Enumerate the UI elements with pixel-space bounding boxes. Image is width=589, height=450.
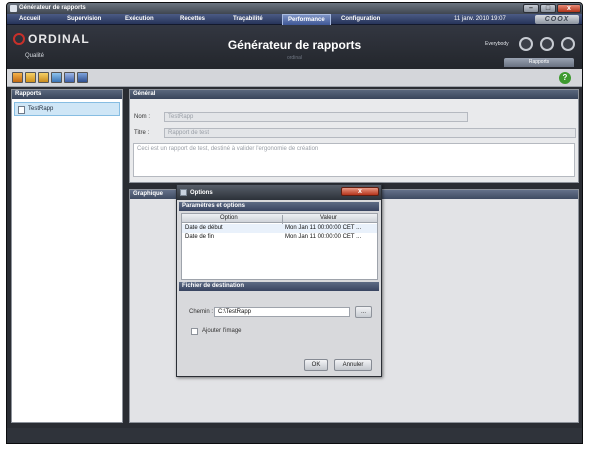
- close-button[interactable]: x: [557, 4, 581, 13]
- row-value: Mon Jan 11 00:00:00 CET ...: [285, 234, 362, 240]
- document-icon: [18, 106, 25, 114]
- report-name: TestRapp: [28, 106, 54, 112]
- options-dialog: Options x Paramètres et options Option V…: [176, 184, 382, 377]
- table-row[interactable]: Date de début Mon Jan 11 00:00:00 CET ..…: [182, 224, 377, 233]
- power-icon[interactable]: [561, 37, 575, 51]
- save-icon[interactable]: [64, 72, 75, 83]
- params-heading: Paramètres et options: [179, 202, 379, 211]
- app-header: ORDINAL Qualité Générateur de rapports o…: [7, 25, 582, 69]
- settings-icon[interactable]: [540, 37, 554, 51]
- dialog-icon: [180, 189, 187, 196]
- title-field[interactable]: Rapport de test: [164, 128, 576, 138]
- reports-panel-heading: Rapports: [12, 90, 122, 99]
- general-heading: Général: [130, 90, 578, 99]
- menu-recettes[interactable]: Recettes: [180, 16, 205, 22]
- ok-button[interactable]: OK: [304, 359, 328, 371]
- report-list-item[interactable]: TestRapp: [14, 102, 120, 116]
- name-field[interactable]: TestRapp: [164, 112, 468, 122]
- new-report-icon[interactable]: [12, 72, 23, 83]
- table-header: Option Valeur: [182, 214, 377, 224]
- table-row[interactable]: Date de fin Mon Jan 11 00:00:00 CET ...: [182, 233, 377, 242]
- add-image-label: Ajouter l'image: [202, 328, 242, 334]
- menu-performance[interactable]: Performance: [282, 14, 331, 25]
- folder-icon[interactable]: [38, 72, 49, 83]
- menu-supervision[interactable]: Supervision: [67, 16, 101, 22]
- open-report-icon[interactable]: [25, 72, 36, 83]
- add-image-checkbox[interactable]: [191, 328, 198, 335]
- description-field[interactable]: Ceci est un rapport de test, destiné à v…: [133, 143, 575, 177]
- minimize-button[interactable]: –: [523, 4, 539, 13]
- row-option: Date de fin: [185, 234, 215, 240]
- app-icon: [10, 5, 17, 12]
- window-title: Générateur de rapports: [19, 5, 86, 11]
- column-option[interactable]: Option: [220, 215, 238, 221]
- title-label: Titre :: [134, 130, 150, 136]
- options-table: Option Valeur Date de début Mon Jan 11 0…: [181, 213, 378, 280]
- main-menu-bar: Accueil Supervision Exécution Recettes T…: [7, 14, 582, 25]
- path-label: Chemin :: [189, 309, 214, 315]
- general-section: Général Nom : TestRapp Titre : Rapport d…: [129, 89, 579, 183]
- maximize-button[interactable]: □: [540, 4, 556, 13]
- path-input[interactable]: C:\TestRapp: [214, 307, 350, 317]
- row-value: Mon Jan 11 00:00:00 CET ...: [285, 225, 362, 231]
- print-icon[interactable]: [77, 72, 88, 83]
- row-option: Date de début: [185, 225, 223, 231]
- status-bar: [7, 428, 582, 443]
- column-divider[interactable]: [282, 215, 283, 224]
- menu-execution[interactable]: Exécution: [125, 16, 154, 22]
- menu-configuration[interactable]: Configuration: [341, 16, 380, 22]
- menu-accueil[interactable]: Accueil: [19, 16, 40, 22]
- window-titlebar[interactable]: Générateur de rapports – □ x: [7, 3, 582, 14]
- page-subtitle: ordinal: [286, 55, 302, 61]
- destination-heading: Fichier de destination: [179, 282, 379, 291]
- date-time: 11 janv. 2010 19:07: [454, 16, 506, 22]
- coox-logo: COOX: [535, 15, 579, 24]
- user-icon[interactable]: [519, 37, 533, 51]
- help-icon[interactable]: ?: [559, 72, 571, 84]
- dialog-close-button[interactable]: x: [341, 187, 379, 196]
- cancel-button[interactable]: Annuler: [334, 359, 372, 371]
- column-valeur[interactable]: Valeur: [320, 215, 337, 221]
- browse-button[interactable]: ...: [355, 306, 372, 318]
- dialog-title: Options: [190, 190, 213, 196]
- export-icon[interactable]: [51, 72, 62, 83]
- menu-tracabilite[interactable]: Traçabilité: [233, 16, 263, 22]
- name-label: Nom :: [134, 114, 151, 120]
- reports-panel: Rapports TestRapp: [11, 89, 123, 423]
- tab-rapports[interactable]: Rapports: [504, 58, 574, 67]
- toolbar: ?: [7, 69, 582, 87]
- dialog-titlebar[interactable]: Options x: [177, 185, 381, 200]
- user-name: Everybody: [485, 41, 509, 47]
